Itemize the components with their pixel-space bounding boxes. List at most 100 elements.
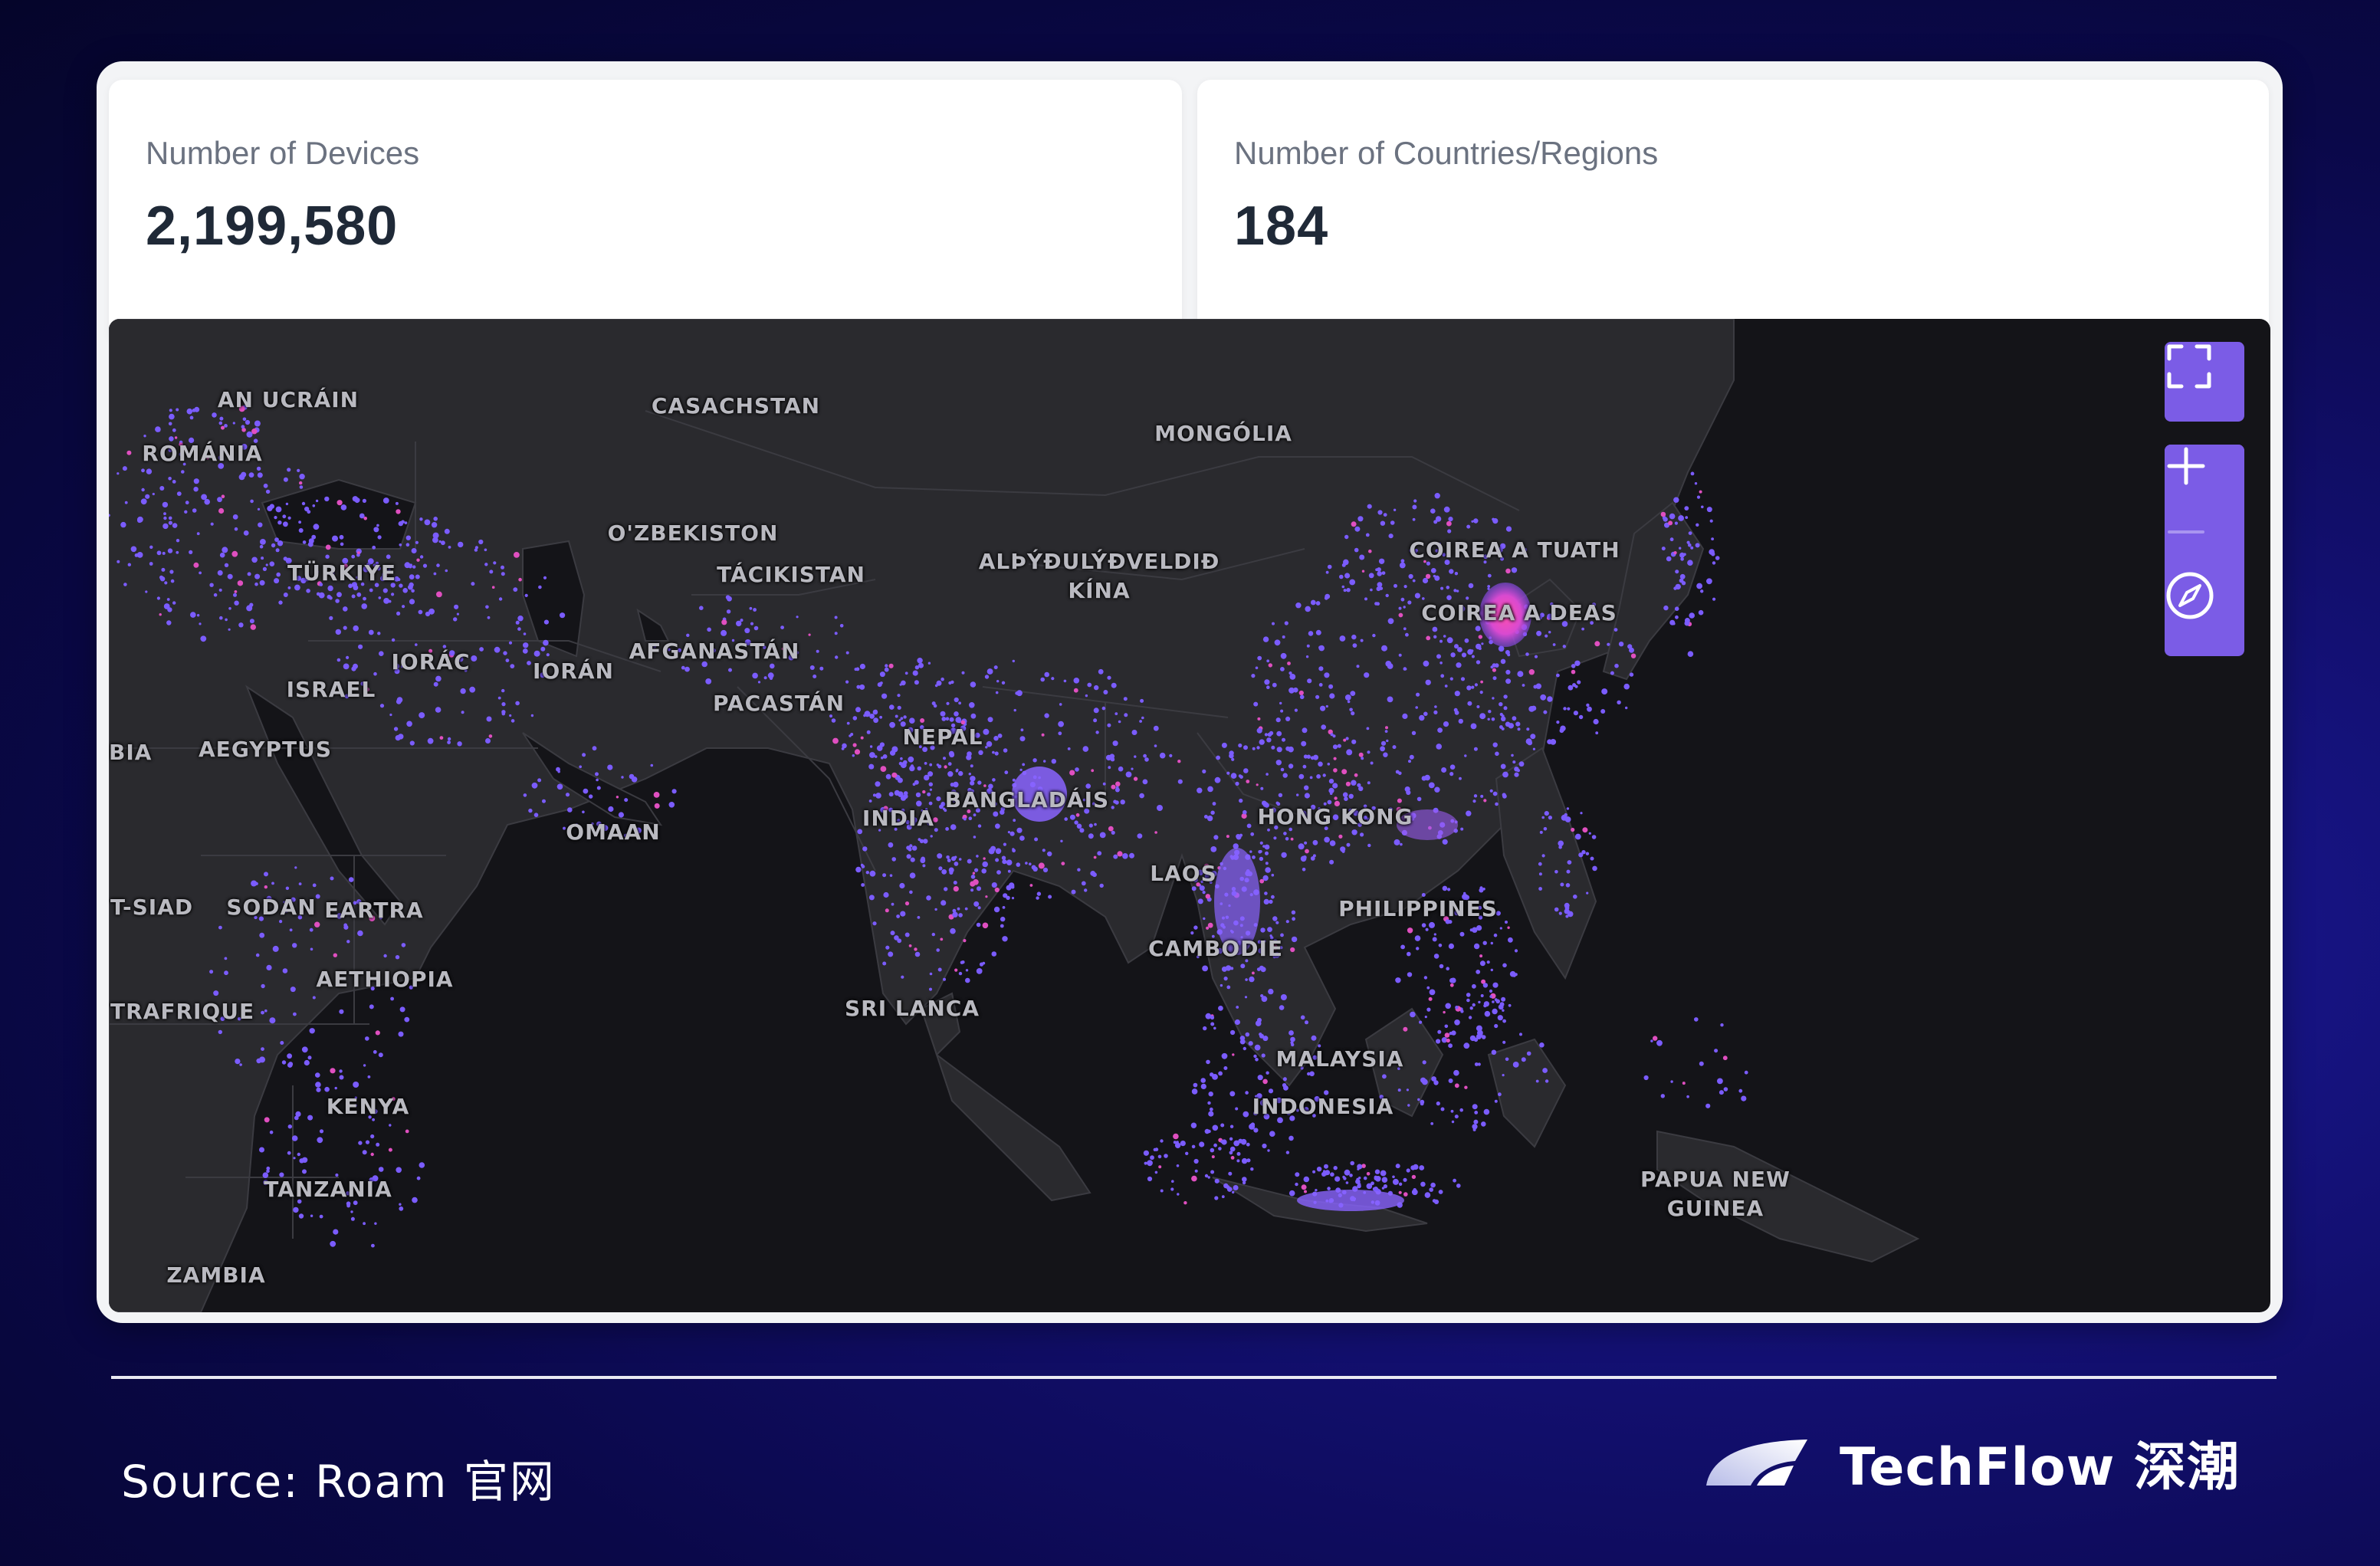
device-dot	[1407, 600, 1412, 605]
device-dot	[1150, 1155, 1154, 1161]
device-dot	[1717, 1078, 1723, 1085]
device-dot	[478, 539, 484, 545]
device-dot	[964, 907, 968, 911]
device-dot	[1433, 574, 1436, 578]
compass-button[interactable]	[2165, 570, 2244, 650]
device-dot	[1398, 1190, 1402, 1194]
zoom-in-button[interactable]	[2165, 445, 2244, 524]
device-dot	[1466, 810, 1472, 816]
device-dot	[929, 788, 932, 791]
device-dot	[1290, 1041, 1294, 1045]
device-dot	[1207, 786, 1213, 793]
device-dot	[937, 967, 942, 972]
device-dot	[1499, 1002, 1505, 1007]
device-map[interactable]: AN UCRÁIN ROMÁNIA CASACHSTAN MONGÓLIA O'…	[109, 319, 2270, 1312]
device-dot	[1251, 674, 1256, 678]
device-dot	[1191, 1088, 1198, 1095]
device-dot	[1341, 585, 1345, 589]
map-canvas[interactable]	[109, 319, 2270, 1312]
device-dot	[294, 866, 297, 869]
device-dot	[1571, 669, 1576, 675]
device-dot	[1257, 717, 1261, 721]
device-dot	[616, 796, 619, 799]
device-dot	[868, 799, 872, 803]
device-dot	[1279, 701, 1282, 705]
device-dot	[990, 845, 996, 852]
device-dot	[1051, 677, 1055, 681]
device-dot	[396, 509, 401, 514]
device-dot	[1093, 855, 1097, 859]
device-dot	[1503, 706, 1508, 711]
device-dot	[1491, 1049, 1497, 1055]
device-dot	[439, 736, 444, 740]
device-dot	[1499, 702, 1503, 707]
device-dot	[1295, 1182, 1298, 1187]
device-dot	[1582, 827, 1588, 833]
device-dot	[1346, 588, 1351, 593]
device-dot	[906, 854, 911, 859]
device-dot	[1508, 1003, 1512, 1007]
device-dot	[1177, 1193, 1180, 1196]
device-dot	[861, 883, 865, 887]
device-dot	[1643, 1075, 1649, 1081]
device-dot	[1158, 1165, 1162, 1169]
device-dot	[1001, 681, 1006, 685]
device-dot	[961, 671, 965, 675]
device-dot	[1322, 773, 1326, 777]
device-dot	[1492, 1008, 1498, 1015]
device-dot	[335, 599, 340, 603]
device-dot	[1285, 920, 1289, 924]
device-dot	[1397, 1088, 1401, 1092]
device-dot	[796, 616, 799, 619]
device-dot	[1073, 688, 1078, 693]
device-dot	[1318, 645, 1322, 649]
device-dot	[221, 425, 225, 430]
device-dot	[1212, 802, 1216, 806]
device-dot	[973, 901, 980, 907]
device-dot	[1087, 682, 1092, 688]
device-dot	[1542, 1068, 1548, 1073]
label-ethiopia: AETHIOPIA	[316, 967, 454, 992]
device-dot	[897, 694, 901, 698]
device-dot	[885, 773, 891, 780]
device-dot	[1585, 852, 1590, 855]
device-dot	[1324, 672, 1330, 678]
device-dot	[312, 504, 316, 507]
device-dot	[1344, 534, 1349, 540]
device-dot	[1002, 936, 1008, 942]
device-dot	[908, 847, 912, 852]
device-dot	[749, 606, 753, 610]
device-dot	[1385, 726, 1388, 730]
device-dot	[257, 472, 263, 478]
device-dot	[949, 717, 954, 722]
device-dot	[1403, 606, 1406, 609]
device-dot	[409, 599, 415, 605]
device-dot	[1505, 678, 1512, 685]
device-dot	[1493, 933, 1498, 937]
device-dot	[885, 664, 888, 668]
device-dot	[1344, 694, 1351, 701]
device-dot	[936, 763, 940, 767]
device-dot	[1061, 862, 1065, 865]
device-dot	[1479, 713, 1486, 720]
device-dot	[1176, 1141, 1179, 1144]
device-dot	[1245, 1091, 1249, 1095]
device-dot	[899, 882, 905, 889]
device-dot	[1448, 517, 1453, 522]
device-dot	[1333, 1166, 1338, 1170]
device-dot	[1239, 833, 1243, 837]
fullscreen-button[interactable]	[2165, 342, 2244, 422]
device-dot	[1287, 662, 1291, 665]
device-dot	[1571, 664, 1576, 668]
device-dot	[854, 668, 858, 671]
device-dot	[1220, 1123, 1225, 1128]
device-dot	[1223, 1183, 1229, 1189]
device-dot	[419, 712, 425, 719]
device-dot	[1228, 1171, 1233, 1176]
device-dot	[396, 1167, 402, 1174]
device-dot	[1074, 820, 1078, 825]
device-dot	[1363, 1176, 1367, 1180]
device-dot	[949, 752, 955, 758]
zoom-out-button[interactable]	[2165, 524, 2244, 563]
device-dot	[1377, 1177, 1380, 1182]
